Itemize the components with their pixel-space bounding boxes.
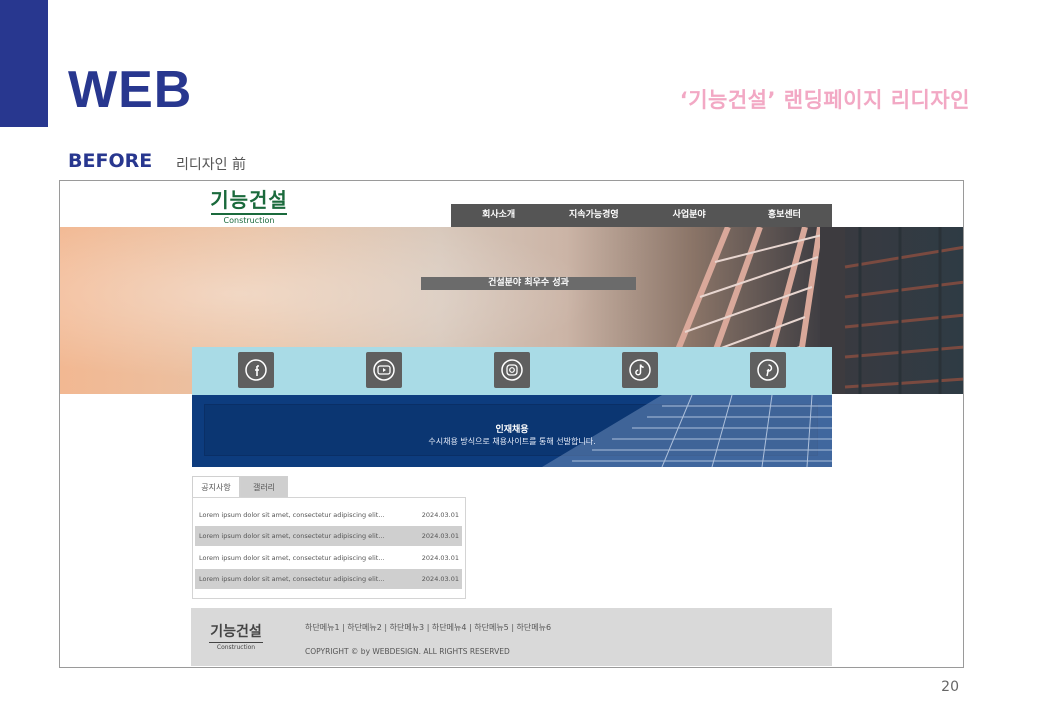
footer-logo-tagline: Construction	[216, 644, 256, 651]
accent-bar	[0, 0, 48, 127]
slide-subtitle: ‘기능건설’ 랜딩페이지 리디자인	[679, 88, 970, 112]
recruit-title: 인재채용	[495, 425, 529, 435]
list-item-title: Lorem ipsum dolor sit amet, consectetur …	[199, 511, 385, 519]
list-item-date: 2024.03.01	[421, 511, 459, 519]
footer-links[interactable]: 하단메뉴1 | 하단메뉴2 | 하단메뉴3 | 하단메뉴4 | 하단메뉴5 | …	[305, 622, 551, 633]
instagram-icon	[501, 359, 523, 381]
facebook-icon	[245, 359, 267, 381]
recruit-description: 수시채용 방식으로 채용사이트를 통해 선발합니다.	[428, 437, 596, 446]
list-item[interactable]: Lorem ipsum dolor sit amet, consectetur …	[195, 505, 462, 525]
pinterest-icon	[757, 359, 779, 381]
tab-gallery[interactable]: 갤러리	[240, 476, 288, 498]
board-tabs: 공지사항 갤러리	[192, 476, 288, 498]
nav-item-pr-center[interactable]: 홍보센터	[737, 204, 832, 227]
instagram-button[interactable]	[494, 352, 530, 388]
youtube-button[interactable]	[366, 352, 402, 388]
site-logo[interactable]: 기능건설 Construction	[209, 188, 289, 226]
page-number: 20	[941, 679, 959, 695]
recruit-banner[interactable]: 인재채용 수시채용 방식으로 채용사이트를 통해 선발합니다.	[192, 395, 832, 467]
footer-logo-name: 기능건설	[210, 624, 262, 640]
list-item-date: 2024.03.01	[421, 554, 459, 562]
site-logo-name: 기능건설	[210, 188, 288, 212]
tiktok-icon	[629, 359, 651, 381]
site-logo-underline	[211, 213, 287, 215]
website-screenshot: 기능건설 Construction 회사소개 지속가능경영 사업분야 홍보센터	[59, 180, 964, 668]
site-logo-tagline: Construction	[223, 216, 275, 225]
nav-item-sustainability[interactable]: 지속가능경영	[546, 204, 641, 227]
nav-item-company[interactable]: 회사소개	[451, 204, 546, 227]
section-note: 리디자인 前	[176, 157, 246, 173]
list-item-title: Lorem ipsum dolor sit amet, consectetur …	[199, 575, 385, 583]
list-item-title: Lorem ipsum dolor sit amet, consectetur …	[199, 532, 385, 540]
youtube-icon	[373, 359, 395, 381]
main-nav: 회사소개 지속가능경영 사업분야 홍보센터	[451, 204, 832, 227]
pinterest-button[interactable]	[750, 352, 786, 388]
list-item[interactable]: Lorem ipsum dolor sit amet, consectetur …	[195, 526, 462, 546]
list-item-date: 2024.03.01	[421, 575, 459, 583]
list-item-title: Lorem ipsum dolor sit amet, consectetur …	[199, 554, 385, 562]
notice-board: 공지사항 갤러리 Lorem ipsum dolor sit amet, con…	[192, 476, 466, 599]
tiktok-button[interactable]	[622, 352, 658, 388]
footer-copyright: COPYRIGHT © by WEBDESIGN. ALL RIGHTS RES…	[305, 647, 510, 656]
tab-notice[interactable]: 공지사항	[192, 476, 240, 498]
footer-logo-underline	[209, 642, 263, 643]
section-label: BEFORE	[68, 150, 153, 172]
list-item-date: 2024.03.01	[421, 532, 459, 540]
board-list: Lorem ipsum dolor sit amet, consectetur …	[192, 497, 466, 599]
social-band	[192, 347, 832, 395]
facebook-button[interactable]	[238, 352, 274, 388]
hero-caption: 건설분야 최우수 성과	[421, 277, 636, 290]
list-item[interactable]: Lorem ipsum dolor sit amet, consectetur …	[195, 548, 462, 568]
list-item[interactable]: Lorem ipsum dolor sit amet, consectetur …	[195, 569, 462, 589]
slide-title: WEB	[68, 61, 193, 119]
footer-logo[interactable]: 기능건설 Construction	[207, 624, 265, 652]
nav-item-business[interactable]: 사업분야	[642, 204, 737, 227]
site-footer: 기능건설 Construction 하단메뉴1 | 하단메뉴2 | 하단메뉴3 …	[191, 608, 832, 666]
